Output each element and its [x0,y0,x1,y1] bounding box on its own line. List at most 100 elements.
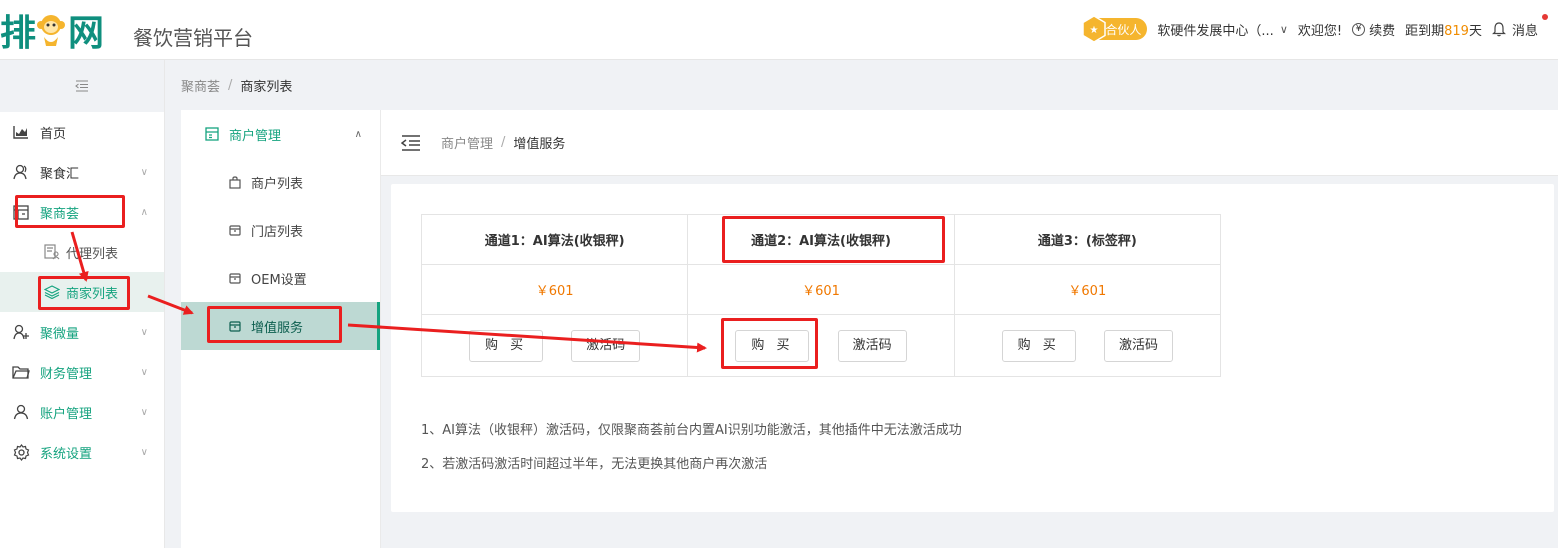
yen-circle-icon: ¥ [1352,22,1366,36]
welcome-text: 欢迎您! [1297,23,1343,39]
menu-fold-icon[interactable] [401,134,421,151]
channel-1-activation-code-button[interactable]: 激活码 [571,329,641,362]
sidebar-item-label: 财务管理 [40,366,93,382]
service-notes: 1、AI算法（收银秤）激活码，仅限聚商荟前台内置AI识别功能激活，其他插件中无法… [421,414,962,482]
sidebar-item-account[interactable]: 账户管理 ∨ [0,392,164,432]
content-breadcrumb-separator: / [501,135,506,150]
logo-text-right: 网 [68,13,104,54]
channel-2-actions: 购 买 激活码 [687,314,955,377]
renew-label: 续费 [1369,23,1396,39]
sidebar-item-jushanghui[interactable]: 聚商荟 ∧ [0,192,164,232]
sidebar-item-settings[interactable]: 系统设置 ∨ [0,432,164,472]
chevron-down-icon: ∨ [140,366,148,378]
service-table: 通道1：AI算法(收银秤) 通道2：AI算法(收银秤) 通道3：(标签秤) ￥6… [420,214,1222,377]
expire-suffix: 天 [1468,23,1482,39]
expire-days: 819 [1444,23,1469,39]
partner-badge: ★ 合伙人 [1082,15,1148,43]
renew-link[interactable]: ¥ 续费 [1352,20,1395,39]
table-price-row: ￥601 ￥601 ￥601 [420,264,1222,315]
submenu-item-store-list[interactable]: 门店列表 [181,206,380,254]
breadcrumb-parent[interactable]: 聚商荟 [181,76,220,95]
chart-icon [12,125,30,139]
org-selector[interactable]: 软硬件发展中心（... ∨ [1157,20,1287,39]
submenu-group-merchant[interactable]: 商户管理 ∧ [181,110,380,158]
sidebar-item-label: 聚商荟 [40,206,80,222]
content-breadcrumb-parent[interactable]: 商户管理 [441,133,493,152]
sidebar-item-finance[interactable]: 财务管理 ∨ [0,352,164,392]
submenu-item-label: OEM设置 [251,272,307,288]
bell-icon [1492,21,1506,36]
platform-title: 餐饮营销平台 [133,26,253,50]
chevron-up-icon: ∧ [140,206,148,218]
expire-info: 距到期819天 [1405,20,1482,39]
content-breadcrumb-current: 增值服务 [513,137,566,152]
channel-3-buy-button[interactable]: 购 买 [1001,329,1076,362]
breadcrumb-separator: / [228,77,233,93]
top-header: 排 网 餐饮营销平台 ★ 合伙人 软硬件发展中心（... ∨ 欢迎您! ¥ 续费… [0,0,1558,60]
logo-text-left: 排 [0,13,36,54]
messages-label: 消息 [1511,23,1538,39]
sidebar-item-merchant-list[interactable]: 商家列表 [0,272,164,312]
chevron-down-icon: ∨ [1279,22,1288,36]
bag-icon [229,175,241,189]
submenu-item-value-added[interactable]: 增值服务 [181,302,380,350]
person-icon [12,404,30,420]
box-icon [229,320,241,332]
breadcrumb-current: 商家列表 [240,79,293,95]
sidebar-item-jushihui[interactable]: 聚食汇 ∨ [0,152,164,192]
sidebar-collapse-toggle[interactable] [0,60,164,112]
partner-badge-label: 合伙人 [1105,22,1142,37]
sidebar-item-label: 聚食汇 [40,166,80,182]
table-header-row: 通道1：AI算法(收银秤) 通道2：AI算法(收银秤) 通道3：(标签秤) [420,214,1222,265]
sidebar-item-juweiliang[interactable]: 聚微量 ∨ [0,312,164,352]
submenu-item-label: 商户列表 [251,176,304,192]
svg-text:★: ★ [1090,25,1099,36]
gear-icon [12,443,30,461]
folder-icon [12,365,30,379]
content-header: 商户管理 / 增值服务 [381,110,1558,176]
channel-3-actions: 购 买 激活码 [953,314,1222,377]
channel-2-activation-code-button[interactable]: 激活码 [837,329,907,362]
org-name: 软硬件发展中心（... [1157,23,1274,39]
channel-2-title: 通道2：AI算法(收银秤) [687,214,955,265]
value-added-card: 通道1：AI算法(收银秤) 通道2：AI算法(收银秤) 通道3：(标签秤) ￥6… [391,184,1554,512]
channel-2-price: ￥601 [687,264,955,315]
unread-dot [1542,14,1548,20]
merchant-sub-menu: 商户管理 ∧ 商户列表 门店列表 OEM设置 增值服务 [181,110,381,548]
box-icon [229,272,241,284]
channel-2-buy-button[interactable]: 购 买 [735,329,810,362]
sidebar-item-label: 代理列表 [66,246,119,262]
main-sidebar: 首页 聚食汇 ∨ 聚商荟 ∧ 代理列表 商家列表 聚微量 ∨ 财务管理 ∨ 账户… [0,60,165,548]
submenu-item-oem-settings[interactable]: OEM设置 [181,254,380,302]
note-1: 1、AI算法（收银秤）激活码，仅限聚商荟前台内置AI识别功能激活，其他插件中无法… [421,423,962,438]
header-right: ★ 合伙人 软硬件发展中心（... ∨ 欢迎您! ¥ 续费 距到期819天 消息 [1082,15,1542,43]
collapse-icon [75,80,88,92]
channel-3-activation-code-button[interactable]: 激活码 [1103,329,1173,362]
document-user-icon [44,244,60,260]
sidebar-item-home[interactable]: 首页 [0,112,164,152]
sidebar-item-label: 首页 [40,126,67,142]
layers-icon [44,285,60,299]
store-icon [12,204,30,220]
user-icon [12,164,30,180]
sidebar-item-label: 聚微量 [40,326,80,342]
chevron-down-icon: ∨ [140,406,148,418]
sidebar-item-label: 系统设置 [40,446,93,462]
submenu-item-merchant-list[interactable]: 商户列表 [181,158,380,206]
breadcrumb: 聚商荟 / 商家列表 [166,60,1558,110]
channel-1-buy-button[interactable]: 购 买 [469,329,544,362]
channel-1-title: 通道1：AI算法(收银秤) [420,214,689,265]
submenu-item-label: 门店列表 [251,224,304,240]
chevron-up-icon: ∧ [354,128,362,140]
hexagon-star-icon: ★ [1082,15,1107,43]
channel-3-price: ￥601 [953,264,1222,315]
chevron-down-icon: ∨ [140,166,148,178]
sidebar-item-label: 账户管理 [40,406,93,422]
logo[interactable]: 排 网 [0,8,104,54]
sidebar-item-agent-list[interactable]: 代理列表 [0,232,164,272]
channel-1-price: ￥601 [420,264,689,315]
chevron-down-icon: ∨ [140,446,148,458]
messages-link[interactable]: 消息 [1492,20,1542,39]
user-plus-icon [12,324,30,340]
note-2: 2、若激活码激活时间超过半年，无法更换其他商户再次激活 [421,457,768,472]
